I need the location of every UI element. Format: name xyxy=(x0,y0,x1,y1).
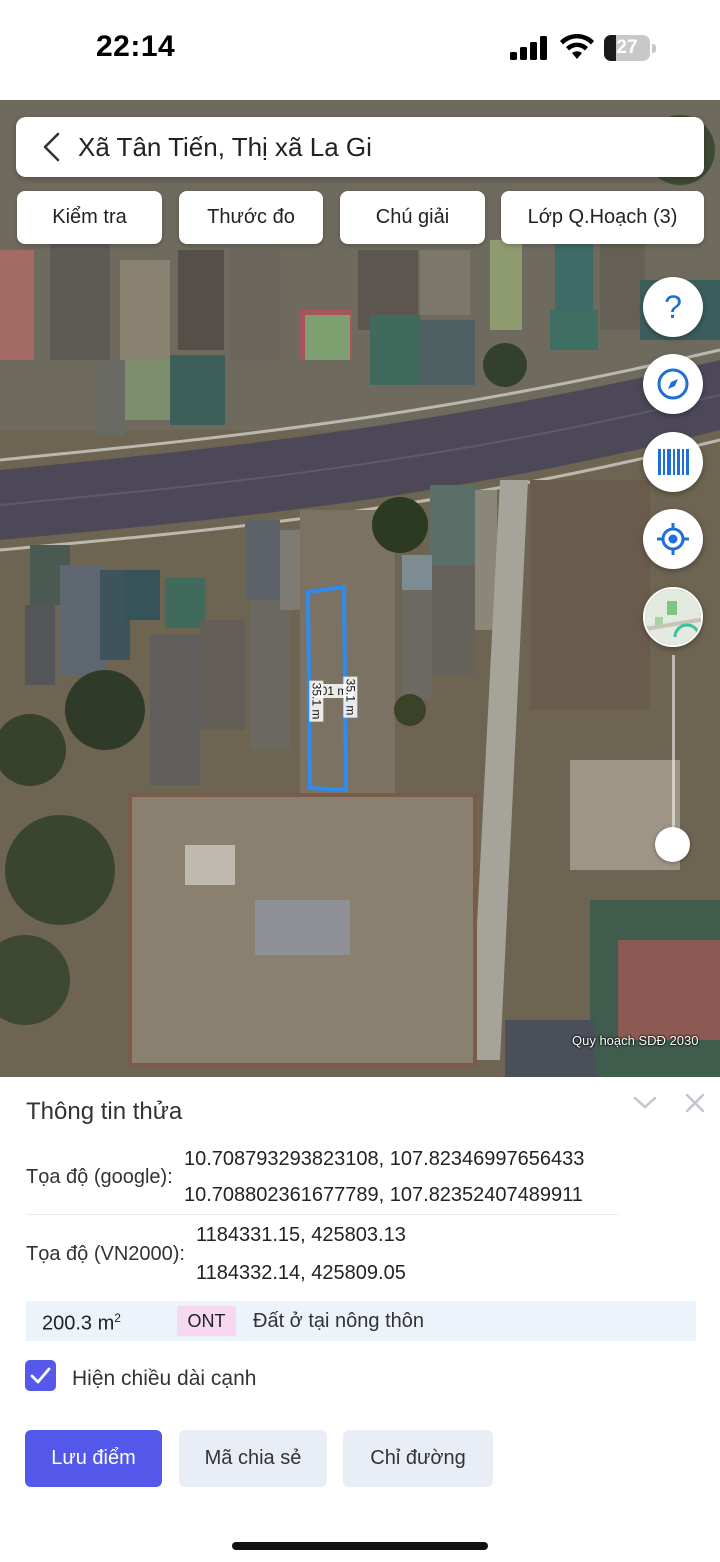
battery-icon: 27 xyxy=(604,35,656,61)
compass-button[interactable] xyxy=(643,354,703,414)
google-coord-1: 10.708793293823108, 107.82346997656433 xyxy=(184,1148,585,1170)
wifi-icon xyxy=(560,34,594,59)
row-divider xyxy=(26,1214,618,1215)
save-point-button[interactable]: Lưu điểm xyxy=(25,1430,162,1487)
cellular-signal-icon xyxy=(510,36,547,60)
land-use-type: Đất ở tại nông thôn xyxy=(253,1310,425,1332)
checkmark-icon xyxy=(30,1367,51,1384)
home-indicator[interactable] xyxy=(232,1542,488,1550)
vn2000-coord-2: 1184332.14, 425809.05 xyxy=(196,1262,406,1284)
share-code-button[interactable]: Mã chia sẻ xyxy=(179,1430,327,1487)
parcel-area: 200.3 m2 xyxy=(42,1311,121,1335)
locate-icon xyxy=(657,523,689,555)
legend-button[interactable]: Chú giải xyxy=(340,191,485,244)
show-edge-length-checkbox[interactable] xyxy=(25,1360,56,1391)
layer-opacity-slider-handle[interactable] xyxy=(655,827,690,862)
barcode-scan-button[interactable] xyxy=(643,432,703,492)
barcode-icon xyxy=(658,449,689,475)
chevron-left-icon[interactable] xyxy=(38,131,68,163)
status-bar: 22:14 27 xyxy=(0,0,720,100)
layer-opacity-slider-track[interactable] xyxy=(672,655,675,845)
help-button[interactable]: ? xyxy=(643,277,703,337)
planning-layers-button[interactable]: Lớp Q.Hoạch (3) xyxy=(501,191,704,244)
satellite-imagery xyxy=(0,100,720,1077)
panel-title: Thông tin thửa xyxy=(26,1098,183,1125)
measure-button[interactable]: Thước đo xyxy=(179,191,323,244)
location-search-bar[interactable]: Xã Tân Tiến, Thị xã La Gi xyxy=(16,117,704,177)
layer-thumbnail[interactable] xyxy=(643,587,703,647)
satellite-map[interactable]: 201 m² 35.1 m 35.1 m xyxy=(0,100,720,1077)
help-icon: ? xyxy=(664,289,682,325)
map-watermark: Quy hoạch SDĐ 2030 xyxy=(572,1033,699,1048)
check-button[interactable]: Kiểm tra xyxy=(17,191,162,244)
vn2000-coord-1: 1184331.15, 425803.13 xyxy=(196,1224,406,1246)
compass-icon xyxy=(657,368,689,400)
my-location-button[interactable] xyxy=(643,509,703,569)
directions-button[interactable]: Chỉ đường xyxy=(343,1430,493,1487)
battery-level: 27 xyxy=(616,37,638,58)
vn2000-coords-label: Tọa độ (VN2000): xyxy=(26,1243,185,1265)
parcel-side-left-label: 35.1 m xyxy=(309,680,324,722)
location-title: Xã Tân Tiến, Thị xã La Gi xyxy=(78,132,372,162)
google-coord-2: 10.708802361677789, 107.82352407489911 xyxy=(184,1184,583,1206)
show-edge-length-label[interactable]: Hiện chiều dài cạnh xyxy=(72,1367,256,1391)
close-icon[interactable] xyxy=(684,1092,706,1114)
status-time: 22:14 xyxy=(96,30,176,63)
land-code-badge: ONT xyxy=(177,1306,236,1336)
parcel-side-right-label: 35.1 m xyxy=(343,676,358,718)
chevron-down-icon[interactable] xyxy=(632,1094,658,1112)
google-coords-label: Tọa độ (google): xyxy=(26,1166,173,1188)
